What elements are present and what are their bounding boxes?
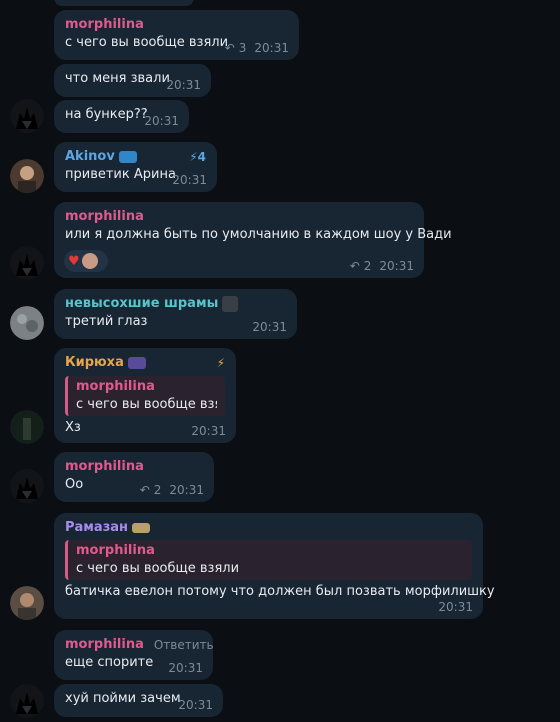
reply-icon[interactable]: ↶ <box>225 41 235 55</box>
quote-text: с чего вы вообще взяли <box>76 561 240 576</box>
boost-icon: ⚡ <box>189 150 198 164</box>
quote-sender: morphilina <box>76 543 155 558</box>
emoji-badge-icon <box>132 523 151 533</box>
quote-sender: morphilina <box>76 379 155 394</box>
avatar-morphilina[interactable] <box>10 246 44 280</box>
sender-name[interactable]: morphilina <box>65 208 413 226</box>
message-bubble[interactable]: что меня звали 20:31 <box>54 64 211 97</box>
reply-icon[interactable]: ↶ <box>140 483 150 497</box>
message-bubble[interactable]: morphilina Оо ↶ 2 20:31 <box>54 452 214 502</box>
emoji-badge-icon <box>118 151 137 163</box>
message-text: или я должна быть по умолчанию в каждом … <box>65 227 452 242</box>
avatar-morphilina[interactable] <box>10 469 44 503</box>
message-meta: 20:31 <box>178 698 213 712</box>
avatar-kiryukha[interactable] <box>10 410 44 444</box>
message-bubble[interactable]: Кирюха ⚡ morphilina с чего вы вообще взя… <box>54 348 236 443</box>
message-bubble[interactable]: невысохшие шрамы третий глаз 20:31 <box>54 289 297 339</box>
quote-text: с чего вы вообще взя... <box>76 397 217 412</box>
message-meta: 20:31 <box>144 114 179 128</box>
avatar-morphilina[interactable] <box>10 684 44 718</box>
message-time: 20:31 <box>144 114 179 128</box>
message-meta: 20:31 <box>252 320 287 334</box>
message-meta: 20:31 <box>166 78 201 92</box>
message-bubble[interactable]: на бункер?? 20:31 <box>54 100 189 133</box>
sender-name[interactable]: morphilina <box>65 16 288 34</box>
message-meta: ↶ 3 20:31 <box>225 41 289 55</box>
boost-icon[interactable]: ⚡ <box>217 356 225 370</box>
message-time: 20:31 <box>438 600 473 614</box>
message-meta: 20:31 <box>191 424 226 438</box>
message-meta: ↶ 2 20:31 <box>350 259 414 273</box>
avatar-akinov[interactable] <box>10 159 44 193</box>
emoji-badge-icon <box>127 357 146 369</box>
message-bubble[interactable]: Рамазан morphilina с чего вы вообще взял… <box>54 513 495 619</box>
message-time: 20:31 <box>252 320 287 334</box>
message-time: 20:31 <box>168 661 203 675</box>
reply-icon[interactable]: ↶ <box>350 259 360 273</box>
sender-name[interactable]: Рамазан <box>65 519 128 537</box>
message-meta: ↶ 2 20:31 <box>140 483 204 497</box>
message-meta: 20:31 <box>438 600 473 614</box>
message-time: 20:31 <box>169 483 204 497</box>
avatar-shramy[interactable] <box>10 306 44 340</box>
boost-badge[interactable]: ⚡4 <box>189 150 206 164</box>
message-bubble[interactable]: Akinov ⚡4 приветик Арина 20:31 <box>54 142 217 192</box>
sender-name[interactable]: morphilina <box>65 458 203 476</box>
avatar-morphilina[interactable] <box>10 99 44 133</box>
message-meta: 20:31 <box>172 173 207 187</box>
message-time: 20:31 <box>254 41 289 55</box>
boost-count: 4 <box>197 150 206 164</box>
reply-count[interactable]: 3 <box>239 41 247 55</box>
message-text: батичка евелон потому что должен был поз… <box>65 584 495 599</box>
message-time: 20:31 <box>379 259 414 273</box>
sender-name[interactable]: Кирюха <box>65 354 124 372</box>
message-time: 20:31 <box>178 698 213 712</box>
message-text: Хз <box>65 420 81 435</box>
reactions[interactable]: ♥ <box>64 250 108 272</box>
sender-name[interactable]: morphilina <box>65 636 144 654</box>
emoji-badge-icon <box>222 296 239 312</box>
reactor-avatar <box>81 253 98 269</box>
message-bubble[interactable]: morphilina или я должна быть по умолчани… <box>54 202 452 278</box>
sender-name[interactable]: Akinov <box>65 148 115 166</box>
message-time: 20:31 <box>166 78 201 92</box>
reply-quote[interactable]: morphilina с чего вы вообще взя... <box>65 376 225 416</box>
avatar-ramazan[interactable] <box>10 586 44 620</box>
message-bubble[interactable]: хуй пойми зачем 20:31 <box>54 684 223 717</box>
message-time: 20:31 <box>172 173 207 187</box>
message-bubble[interactable]: morphilina Ответить еще спорите 20:31 <box>54 630 214 680</box>
partial-message-bubble <box>54 0 194 6</box>
message-meta: 20:31 <box>168 661 203 675</box>
reply-button[interactable]: Ответить <box>154 638 214 652</box>
reply-quote[interactable]: morphilina с чего вы вообще взяли <box>65 540 472 580</box>
reply-count[interactable]: 2 <box>364 259 372 273</box>
heart-icon: ♥ <box>68 253 80 269</box>
sender-name[interactable]: невысохшие шрамы <box>65 295 218 313</box>
message-bubble[interactable]: morphilina с чего вы вообще взяли ↶ 3 20… <box>54 10 299 60</box>
reply-count[interactable]: 2 <box>154 483 162 497</box>
message-time: 20:31 <box>191 424 226 438</box>
